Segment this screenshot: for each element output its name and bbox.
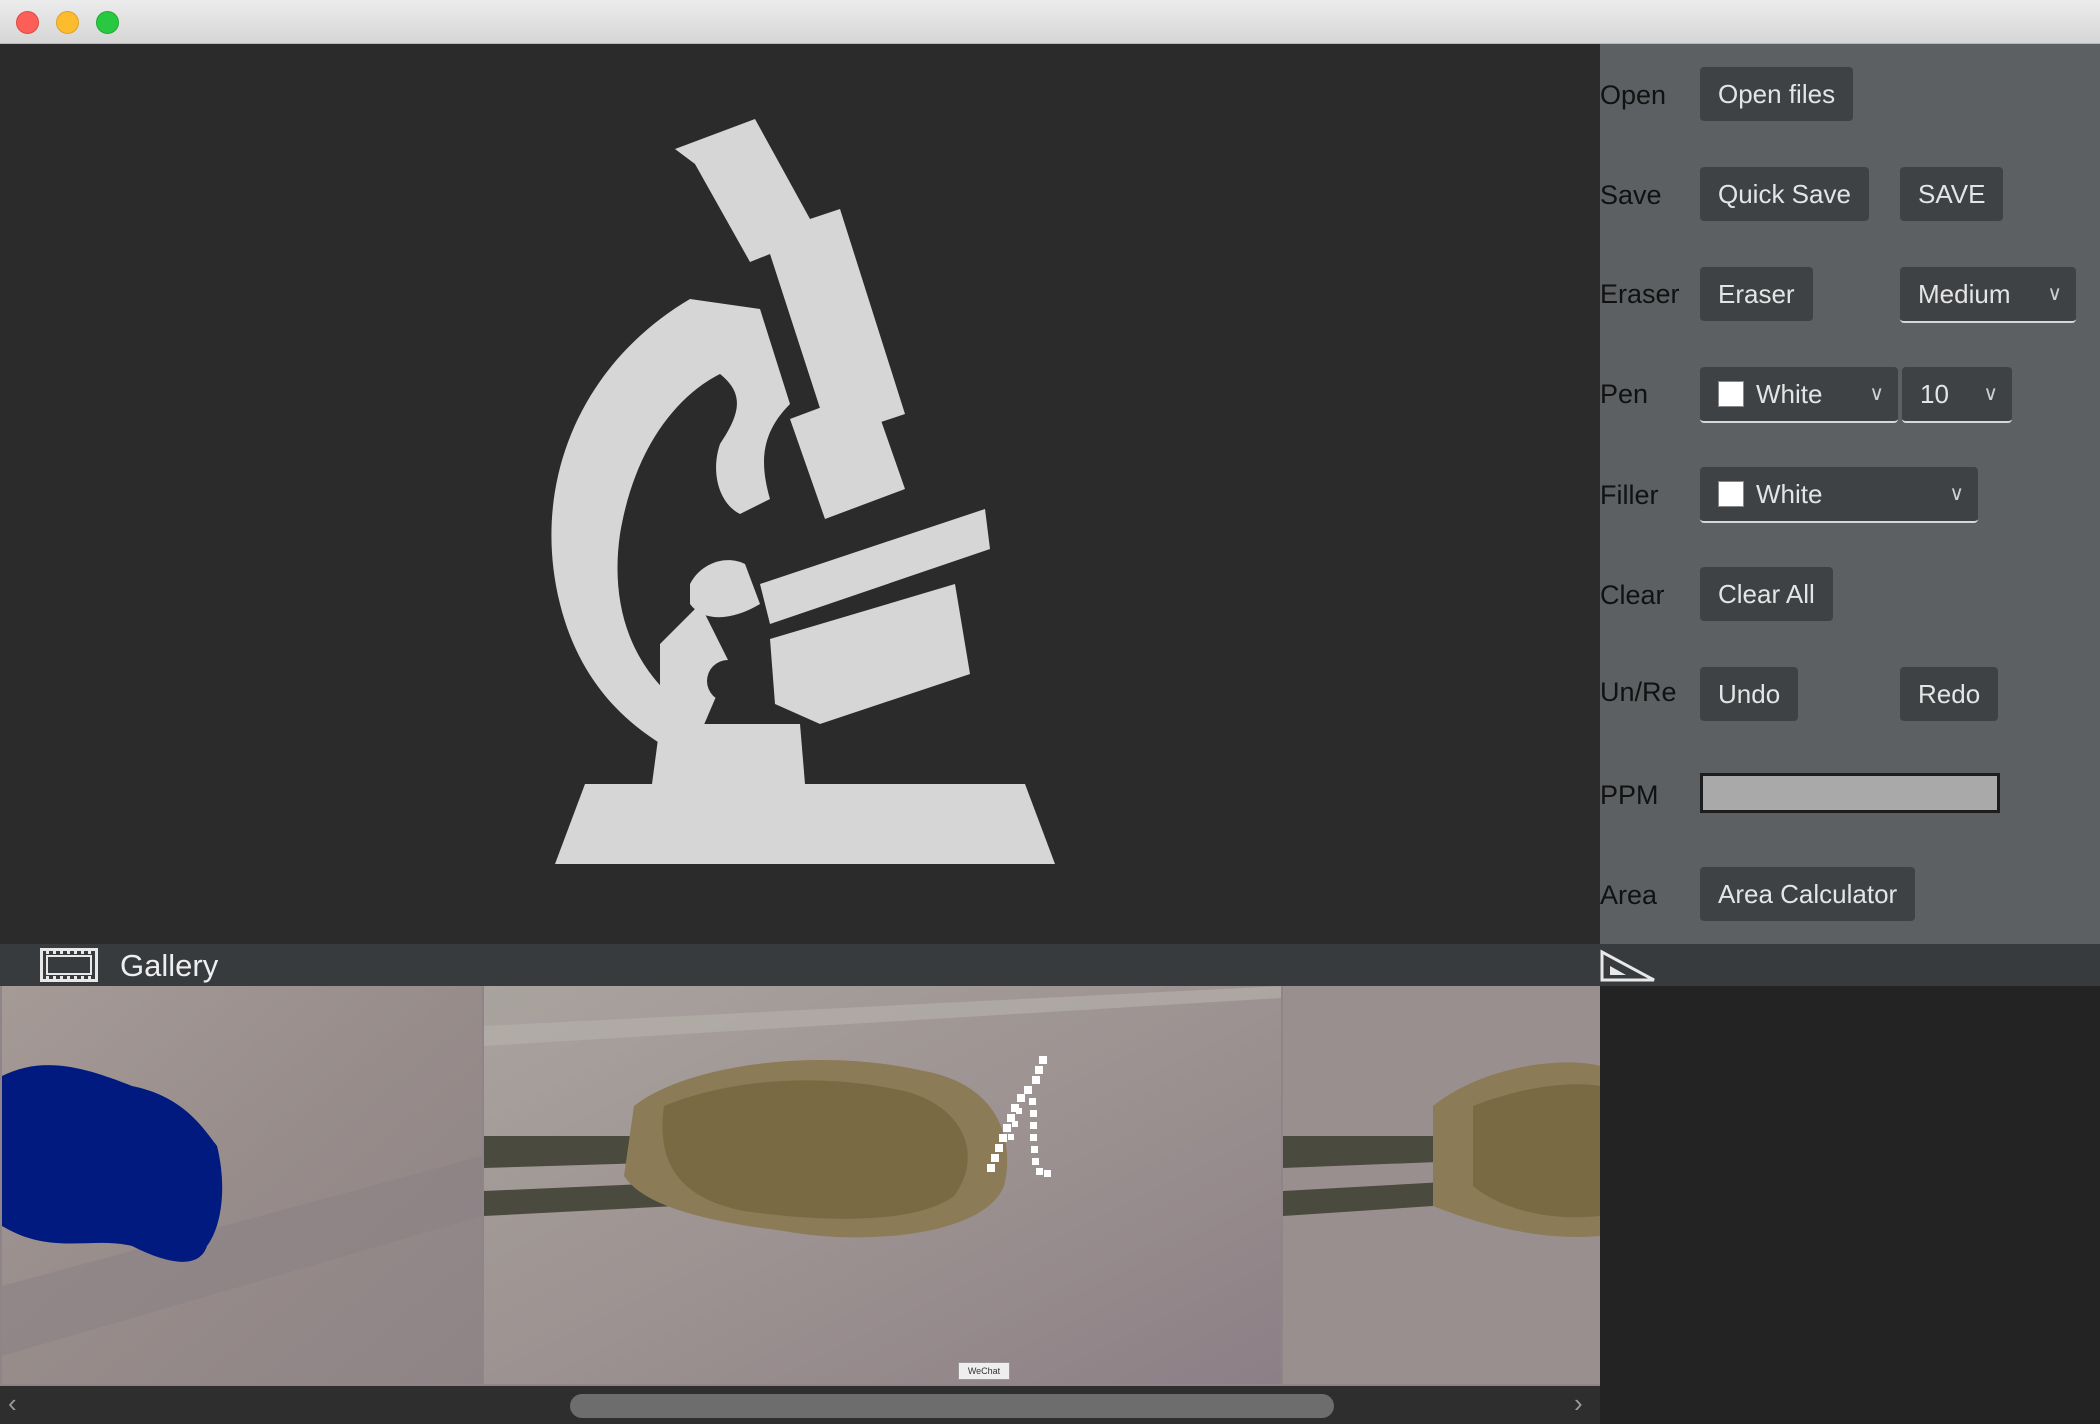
chevron-down-icon: ∨ bbox=[1983, 383, 1998, 405]
filler-color-select[interactable]: White ∨ bbox=[1700, 467, 1978, 523]
redo-button[interactable]: Redo bbox=[1900, 667, 1999, 721]
scrollbar-thumb[interactable] bbox=[570, 1394, 1334, 1418]
pen-label: Pen bbox=[1600, 379, 1649, 409]
chevron-down-icon: ∨ bbox=[1869, 383, 1884, 405]
gallery-thumbnail-3[interactable] bbox=[1283, 986, 1600, 1384]
thumbnail-image bbox=[1283, 986, 1600, 1384]
tooltip: WeChat bbox=[958, 1362, 1010, 1380]
window-titlebar bbox=[0, 0, 2100, 44]
ppm-input[interactable] bbox=[1700, 773, 2000, 813]
chevron-left-icon[interactable]: ‹ bbox=[8, 1388, 17, 1419]
area-label: Area bbox=[1600, 880, 1658, 910]
right-empty-area bbox=[1600, 986, 2100, 1424]
eraser-size-value: Medium bbox=[1918, 279, 2011, 309]
ruler-header bbox=[1600, 944, 2100, 986]
gallery-thumbnail-1[interactable] bbox=[2, 986, 482, 1384]
clear-all-button[interactable]: Clear All bbox=[1700, 567, 1833, 621]
chevron-right-icon[interactable]: › bbox=[1574, 1388, 1583, 1419]
close-window-button[interactable] bbox=[16, 11, 39, 34]
eraser-size-select[interactable]: Medium ∨ bbox=[1900, 267, 2076, 323]
chevron-down-icon: ∨ bbox=[2047, 283, 2062, 305]
gallery-title: Gallery bbox=[120, 948, 219, 983]
film-icon bbox=[40, 948, 98, 982]
undo-redo-label: Un/Re bbox=[1600, 677, 1677, 707]
undo-button[interactable]: Undo bbox=[1700, 667, 1799, 721]
minimize-window-button[interactable] bbox=[56, 11, 79, 34]
gallery-thumbnail-2[interactable] bbox=[484, 986, 1281, 1384]
filler-color-value: White bbox=[1756, 479, 1823, 509]
save-button[interactable]: SAVE bbox=[1900, 167, 2004, 221]
gallery-strip[interactable] bbox=[0, 986, 1600, 1386]
gallery-scrollbar[interactable]: ‹ › bbox=[0, 1386, 1600, 1424]
eraser-label: Eraser bbox=[1600, 279, 1680, 309]
eraser-button[interactable]: Eraser bbox=[1700, 267, 1813, 321]
zoom-window-button[interactable] bbox=[96, 11, 119, 34]
ppm-label: PPM bbox=[1600, 780, 1659, 810]
pen-size-select[interactable]: 10 ∨ bbox=[1902, 367, 2012, 423]
thumbnail-image bbox=[2, 986, 482, 1384]
area-calculator-button[interactable]: Area Calculator bbox=[1700, 867, 1916, 921]
drawing-canvas[interactable] bbox=[0, 44, 1600, 944]
tool-panel: Open Open files Save Quick Save SAVE Era… bbox=[1600, 44, 2100, 944]
pen-color-value: White bbox=[1756, 379, 1823, 409]
open-label: Open bbox=[1600, 80, 1667, 110]
filler-label: Filler bbox=[1600, 480, 1659, 510]
white-swatch-icon bbox=[1718, 381, 1744, 408]
thumbnail-image bbox=[484, 986, 1281, 1384]
save-label: Save bbox=[1600, 180, 1662, 210]
open-files-button[interactable]: Open files bbox=[1700, 67, 1854, 121]
chevron-down-icon: ∨ bbox=[1949, 483, 1964, 505]
clear-label: Clear bbox=[1600, 580, 1665, 610]
microscope-icon bbox=[551, 119, 1055, 864]
quick-save-button[interactable]: Quick Save bbox=[1700, 167, 1869, 221]
gallery-header: Gallery bbox=[0, 944, 1600, 986]
pen-size-value: 10 bbox=[1920, 379, 1949, 409]
white-swatch-icon bbox=[1718, 481, 1744, 508]
pen-color-select[interactable]: White ∨ bbox=[1700, 367, 1898, 423]
set-square-icon[interactable] bbox=[1600, 948, 1660, 984]
